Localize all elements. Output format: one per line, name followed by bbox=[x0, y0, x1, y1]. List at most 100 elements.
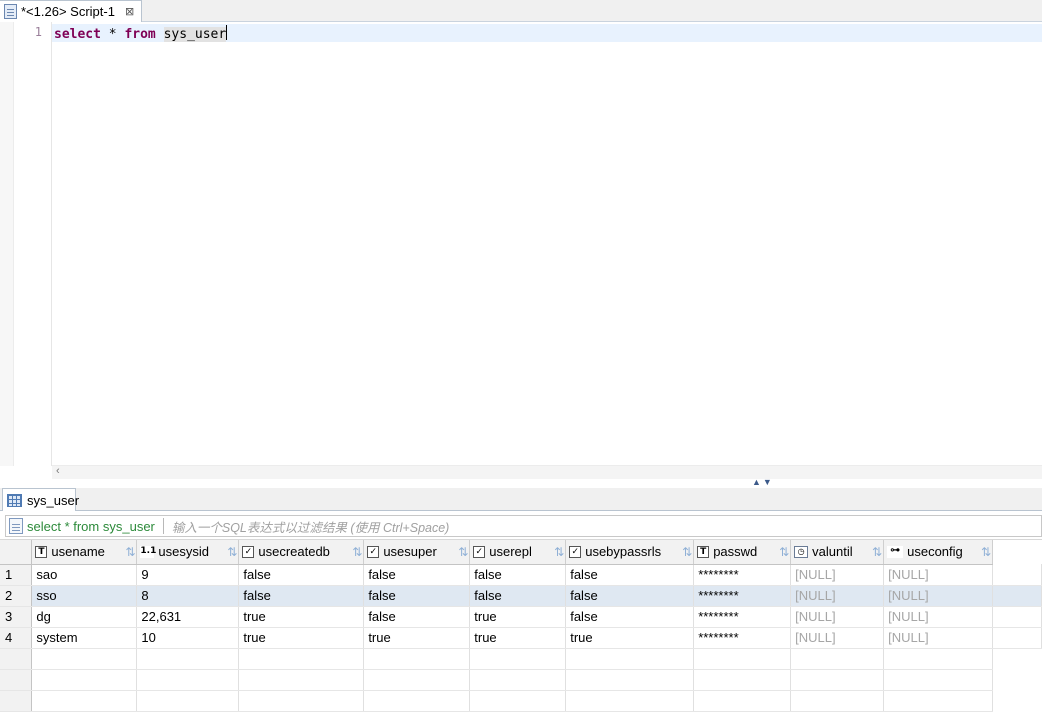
sort-icon[interactable]: ⇅ bbox=[769, 545, 789, 559]
cell-usecreatedb[interactable]: false bbox=[238, 564, 365, 586]
results-tab-label: sys_user bbox=[27, 493, 80, 508]
column-label: usename bbox=[51, 544, 105, 560]
results-tab-bar: sys_user bbox=[0, 488, 1042, 512]
column-label: usecreatedb bbox=[258, 544, 330, 560]
sort-icon[interactable]: ⇅ bbox=[971, 545, 991, 559]
cell-usesuper[interactable]: true bbox=[363, 627, 471, 649]
cell-userepl[interactable]: false bbox=[469, 585, 567, 607]
header-filler bbox=[992, 540, 1042, 564]
column-header-userepl[interactable]: ✓ userepl ⇅ bbox=[469, 540, 567, 565]
empty-cell bbox=[469, 648, 567, 670]
column-header-usesuper[interactable]: ✓ usesuper ⇅ bbox=[363, 540, 471, 565]
column-header-usebypassrls[interactable]: ✓ usebypassrls ⇅ bbox=[565, 540, 695, 565]
token-star: * bbox=[100, 27, 125, 42]
row-number-empty bbox=[0, 669, 33, 691]
sort-icon[interactable]: ⇅ bbox=[862, 545, 882, 559]
empty-cell bbox=[790, 669, 885, 691]
results-tab-sys-user[interactable]: sys_user bbox=[2, 488, 80, 512]
sql-editor[interactable]: 1 select * from sys_user bbox=[0, 22, 1042, 466]
cell-useconfig[interactable]: [NULL] bbox=[883, 627, 994, 649]
keyword-select: select bbox=[54, 27, 101, 42]
empty-cell bbox=[693, 669, 792, 691]
editor-horizontal-scrollbar[interactable] bbox=[52, 465, 1042, 479]
filter-separator bbox=[162, 518, 164, 534]
cell-valuntil[interactable]: [NULL] bbox=[790, 564, 885, 586]
empty-cell bbox=[469, 690, 567, 712]
row-filler bbox=[992, 585, 1042, 607]
close-tab-icon[interactable]: ⊠ bbox=[125, 5, 134, 18]
column-label: usebypassrls bbox=[585, 544, 662, 560]
cell-usesysid[interactable]: 8 bbox=[136, 585, 240, 607]
column-header-valuntil[interactable]: ◷ valuntil ⇅ bbox=[790, 540, 885, 565]
code-line-1[interactable]: select * from sys_user bbox=[54, 25, 228, 42]
filter-input[interactable]: select * from sys_user 输入一个SQL表达式以过滤结果 (… bbox=[5, 515, 1042, 537]
column-header-passwd[interactable]: Tpasswd ⇅ bbox=[693, 540, 792, 565]
cell-useconfig[interactable]: [NULL] bbox=[883, 585, 994, 607]
row-filler bbox=[992, 606, 1042, 628]
column-header-usecreatedb[interactable]: ✓ usecreatedb ⇅ bbox=[238, 540, 365, 565]
table-row[interactable]: 1 sao 9 false false false false ********… bbox=[0, 564, 1042, 586]
empty-cell bbox=[238, 648, 365, 670]
cell-userepl[interactable]: false bbox=[469, 564, 567, 586]
scroll-left-arrow-icon[interactable]: ‹ bbox=[56, 465, 60, 477]
sort-icon[interactable]: ⇅ bbox=[448, 545, 468, 559]
table-row[interactable]: 4 system 10 true true true true ********… bbox=[0, 627, 1042, 649]
cell-usebypassrls[interactable]: false bbox=[565, 606, 695, 628]
row-number[interactable]: 3 bbox=[0, 606, 33, 628]
row-filler bbox=[992, 627, 1042, 649]
column-header-useconfig[interactable]: ⊶ useconfig ⇅ bbox=[883, 540, 994, 565]
cell-passwd[interactable]: ******** bbox=[693, 606, 792, 628]
cell-usename[interactable]: dg bbox=[31, 606, 138, 628]
text-caret bbox=[226, 25, 228, 40]
sort-icon[interactable]: ⇅ bbox=[672, 545, 692, 559]
table-grid-icon bbox=[7, 494, 22, 507]
cell-useconfig[interactable]: [NULL] bbox=[883, 564, 994, 586]
sort-icon[interactable]: ⇅ bbox=[342, 545, 362, 559]
editor-tab-script-1[interactable]: *<1.26> Script-1 ⊠ bbox=[0, 0, 142, 22]
cell-usesuper[interactable]: false bbox=[363, 585, 471, 607]
boolean-type-icon: ✓ bbox=[367, 545, 380, 558]
header-row: Tusename ⇅ 1.1 usesysid ⇅ ✓ usecreatedb ⇅ ✓ us… bbox=[0, 540, 1042, 565]
cell-passwd[interactable]: ******** bbox=[693, 627, 792, 649]
column-header-usesysid[interactable]: 1.1 usesysid ⇅ bbox=[136, 540, 240, 565]
row-number[interactable]: 2 bbox=[0, 585, 33, 607]
table-row[interactable]: 3 dg 22,631 true false true false ******… bbox=[0, 606, 1042, 628]
table-row[interactable]: 2 sso 8 false false false false ********… bbox=[0, 585, 1042, 607]
cell-useconfig[interactable]: [NULL] bbox=[883, 606, 994, 628]
cell-usecreatedb[interactable]: true bbox=[238, 627, 365, 649]
cell-valuntil[interactable]: [NULL] bbox=[790, 606, 885, 628]
cell-usesuper[interactable]: false bbox=[363, 564, 471, 586]
panel-sash-arrows-icon[interactable]: ▲▼ bbox=[752, 477, 774, 487]
cell-usebypassrls[interactable]: true bbox=[565, 627, 695, 649]
results-table: Tusename ⇅ 1.1 usesysid ⇅ ✓ usecreatedb ⇅ ✓ us… bbox=[0, 540, 1042, 712]
row-number-empty bbox=[0, 648, 33, 670]
cell-usesysid[interactable]: 22,631 bbox=[136, 606, 240, 628]
row-number[interactable]: 1 bbox=[0, 564, 33, 586]
cell-usecreatedb[interactable]: true bbox=[238, 606, 365, 628]
results-grid[interactable]: Tusename ⇅ 1.1 usesysid ⇅ ✓ usecreatedb ⇅ ✓ us… bbox=[0, 540, 1042, 712]
cell-usesuper[interactable]: false bbox=[363, 606, 471, 628]
column-header-usename[interactable]: Tusename ⇅ bbox=[31, 540, 138, 565]
filter-query-text: select * from sys_user bbox=[27, 518, 155, 534]
cell-valuntil[interactable]: [NULL] bbox=[790, 627, 885, 649]
cell-userepl[interactable]: true bbox=[469, 606, 567, 628]
cell-usecreatedb[interactable]: false bbox=[238, 585, 365, 607]
cell-usename[interactable]: sso bbox=[31, 585, 138, 607]
sort-icon[interactable]: ⇅ bbox=[115, 545, 135, 559]
filter-bar: select * from sys_user 输入一个SQL表达式以过滤结果 (… bbox=[0, 511, 1042, 540]
cell-userepl[interactable]: true bbox=[469, 627, 567, 649]
cell-passwd[interactable]: ******** bbox=[693, 585, 792, 607]
sort-icon[interactable]: ⇅ bbox=[217, 545, 237, 559]
cell-usesysid[interactable]: 10 bbox=[136, 627, 240, 649]
cell-passwd[interactable]: ******** bbox=[693, 564, 792, 586]
empty-cell bbox=[136, 648, 240, 670]
cell-usename[interactable]: sao bbox=[31, 564, 138, 586]
cell-usename[interactable]: system bbox=[31, 627, 138, 649]
sort-icon[interactable]: ⇅ bbox=[544, 545, 564, 559]
cell-usebypassrls[interactable]: false bbox=[565, 564, 695, 586]
cell-valuntil[interactable]: [NULL] bbox=[790, 585, 885, 607]
cell-usebypassrls[interactable]: false bbox=[565, 585, 695, 607]
cell-usesysid[interactable]: 9 bbox=[136, 564, 240, 586]
empty-row bbox=[0, 690, 1042, 712]
row-number[interactable]: 4 bbox=[0, 627, 33, 649]
